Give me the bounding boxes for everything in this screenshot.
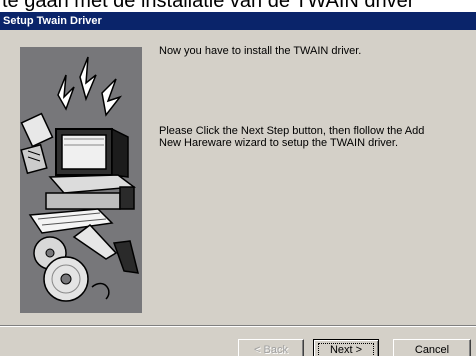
screenshot: te gaan met de installatie van de TWAIN …: [0, 0, 476, 356]
next-step-instruction-text: Please Click the Next Step button, then …: [159, 125, 459, 149]
instruction-line-2: New Hareware wizard to setup the TWAIN d…: [159, 137, 399, 149]
setup-dialog: Setup Twain Driver Now you have to insta…: [0, 12, 476, 356]
title-bar[interactable]: Setup Twain Driver: [0, 12, 476, 30]
next-button[interactable]: Next >: [313, 339, 379, 356]
window-title: Setup Twain Driver: [3, 15, 102, 27]
instruction-line-1: Please Click the Next Step button, then …: [159, 125, 425, 137]
back-button[interactable]: < Back: [238, 339, 304, 356]
cancel-button[interactable]: Cancel: [393, 339, 471, 356]
install-instruction-text: Now you have to install the TWAIN driver…: [159, 45, 362, 57]
setup-illustration-panel: [20, 47, 142, 313]
next-button-label: Next >: [329, 344, 363, 356]
button-divider: [0, 325, 476, 327]
computer-scanner-cd-illustration-icon: [20, 47, 142, 313]
